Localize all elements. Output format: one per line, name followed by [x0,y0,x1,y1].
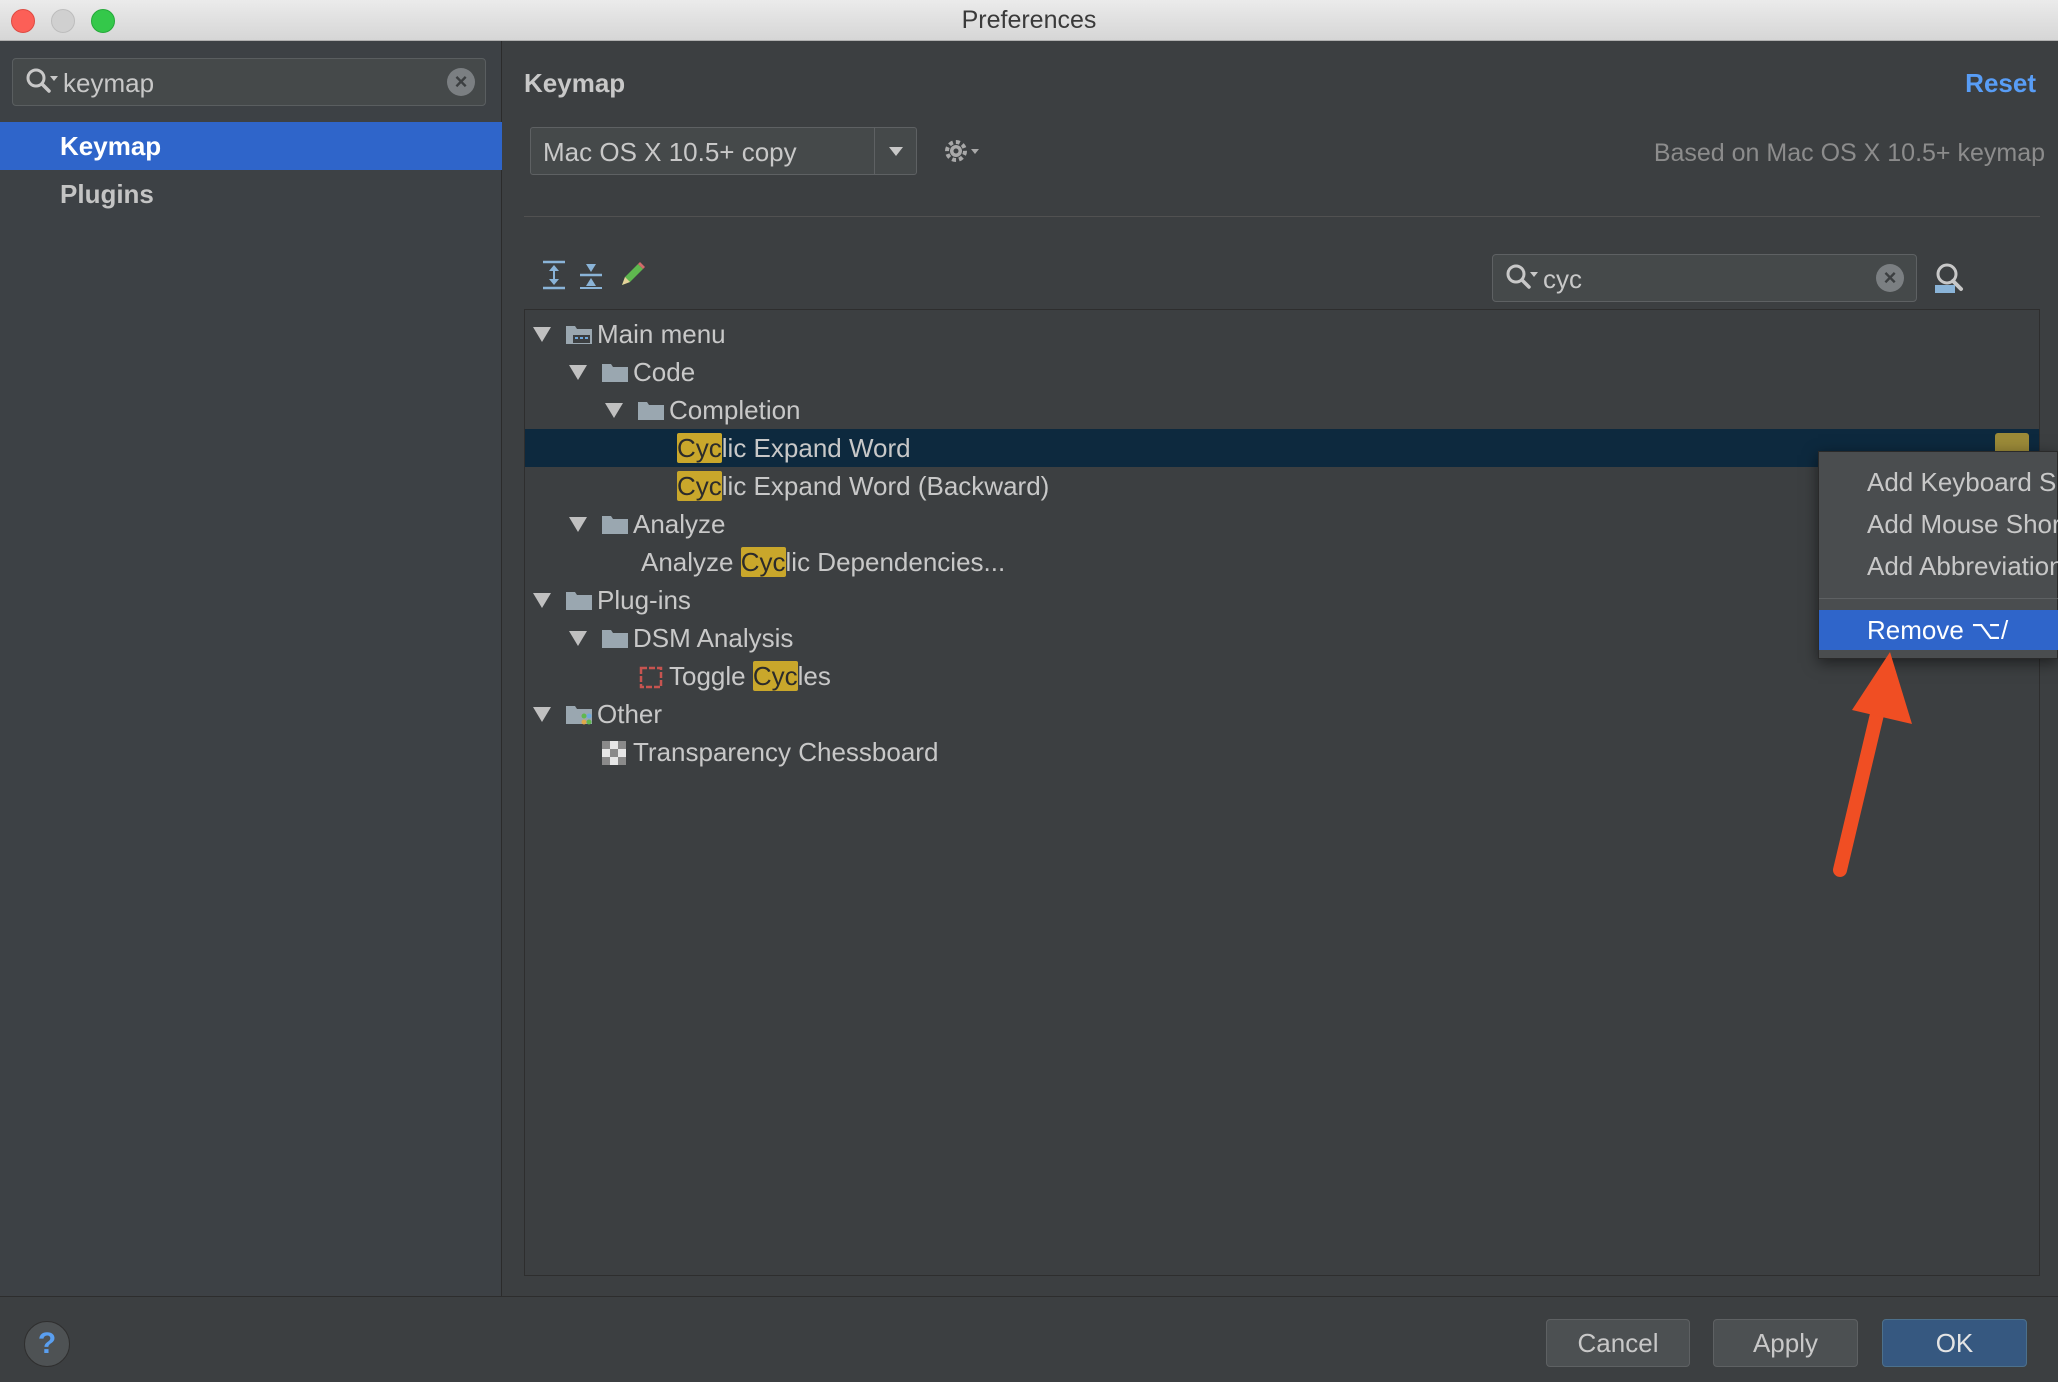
tree-row[interactable]: Analyze [525,505,2039,543]
add-mouse-shortcut-item[interactable]: Add Mouse Shortcut [1819,504,2058,544]
based-on-label: Based on Mac OS X 10.5+ keymap [1653,139,2045,167]
tree-row-label: Analyze Cyclic Dependencies... [641,547,1005,578]
add-keyboard-shortcut-item[interactable]: Add Keyboard Shortcut [1819,462,2058,502]
search-icon [1505,263,1539,298]
folder-icon [601,626,629,657]
tree-row-label: Transparency Chessboard [633,737,939,767]
label-prefix: Toggle [669,661,753,691]
help-button[interactable]: ? [24,1321,70,1367]
clear-search-icon[interactable]: × [447,68,475,96]
tree-row[interactable]: Plug-ins [525,581,2039,619]
gear-icon[interactable] [943,137,983,172]
label-suffix: lic Dependencies... [785,547,1006,577]
folder-icon [601,512,629,543]
apply-button[interactable]: Apply [1713,1319,1858,1367]
keymap-select[interactable]: Mac OS X 10.5+ copy [530,127,917,175]
title-bar: Preferences [0,0,2058,41]
search-icon [25,67,59,102]
action-filter-field[interactable]: cyc × [1492,254,1917,302]
expand-triangle-icon[interactable] [605,403,623,418]
label-suffix: lic Expand Word [721,433,911,463]
menu-separator [1819,598,2058,599]
tree-row-label: Cyclic Expand Word [677,433,911,464]
search-match-highlight: Cyc [752,661,798,691]
search-match-highlight: Cyc [677,433,722,463]
expand-triangle-icon[interactable] [569,517,587,532]
tree-row[interactable]: Cyclic Expand Word (Backward) [525,467,2039,505]
expand-triangle-icon[interactable] [533,707,551,722]
tree-row-label: Completion [669,395,801,425]
tree-row-label: Other [597,699,663,729]
divider [524,216,2040,217]
tree-row[interactable]: Analyze Cyclic Dependencies... [525,543,2039,581]
reset-link[interactable]: Reset [1965,68,2036,99]
menu-folder-icon [565,322,593,353]
tree-row-label: Analyze [633,509,726,539]
annotation-arrow-icon [1820,640,1930,885]
tree-row-label: Toggle Cycles [669,661,831,692]
action-filter-input[interactable]: cyc [1543,264,1582,295]
search-match-highlight: Cyc [677,471,722,501]
clear-filter-icon[interactable]: × [1876,264,1904,292]
ok-button[interactable]: OK [1882,1319,2027,1367]
expand-all-icon[interactable] [539,259,569,296]
settings-search-field[interactable]: keymap × [12,58,486,106]
folder-icon [637,398,665,429]
tree-row[interactable]: Code [525,353,2039,391]
tree-row[interactable]: Main menu [525,315,2039,353]
tree-row[interactable]: Toggle Cycles [525,657,2039,695]
tree-row-label: DSM Analysis [633,623,794,653]
search-match-highlight: Cyc [740,547,786,577]
expand-triangle-icon[interactable] [533,593,551,608]
tree-row-label: Cyclic Expand Word (Backward) [677,471,1049,502]
tree-row-label: Main menu [597,319,726,349]
label-suffix: les [797,661,831,691]
other-folder-icon [565,702,593,733]
window-title: Preferences [961,6,1097,34]
context-menu: Add Keyboard Shortcut Add Mouse Shortcut… [1818,451,2058,659]
tree-row[interactable]: Other [525,695,2039,733]
find-by-shortcut-icon[interactable] [1933,261,1969,300]
tree-row[interactable]: Completion [525,391,2039,429]
tree-row-label: Plug-ins [597,585,691,615]
label-prefix: Analyze [641,547,741,577]
label-suffix: lic Expand Word (Backward) [721,471,1050,501]
keymap-select-value: Mac OS X 10.5+ copy [543,137,797,167]
expand-triangle-icon[interactable] [569,631,587,646]
sidebar-item-plugins[interactable]: Plugins [0,170,502,218]
collapse-all-icon[interactable] [576,259,606,296]
sidebar-item-keymap[interactable]: Keymap [0,122,502,170]
tree-row[interactable]: DSM Analysis [525,619,2039,657]
footer: ? Cancel Apply OK [0,1296,2058,1382]
folder-icon [601,360,629,391]
chessboard-icon [601,740,627,773]
keymap-tree[interactable]: Main menu Code Completion Cyclic Expand Wor… [524,309,2040,1276]
folder-icon [565,588,593,619]
sidebar: keymap × Keymap Plugins [0,41,502,1296]
cancel-button[interactable]: Cancel [1546,1319,1690,1367]
page-title: Keymap [524,68,626,98]
chevron-down-icon[interactable] [874,128,916,174]
expand-triangle-icon[interactable] [569,365,587,380]
add-abbreviation-item[interactable]: Add Abbreviation [1819,546,2058,586]
toggle-cycles-icon [637,664,665,697]
tree-row-label: Code [633,357,696,387]
expand-triangle-icon[interactable] [533,327,551,342]
tree-row[interactable]: Cyclic Expand Word [525,429,2039,467]
tree-row[interactable]: Transparency Chessboard [525,733,2039,771]
settings-search-input[interactable]: keymap [63,68,154,99]
edit-pencil-icon[interactable] [617,259,647,296]
